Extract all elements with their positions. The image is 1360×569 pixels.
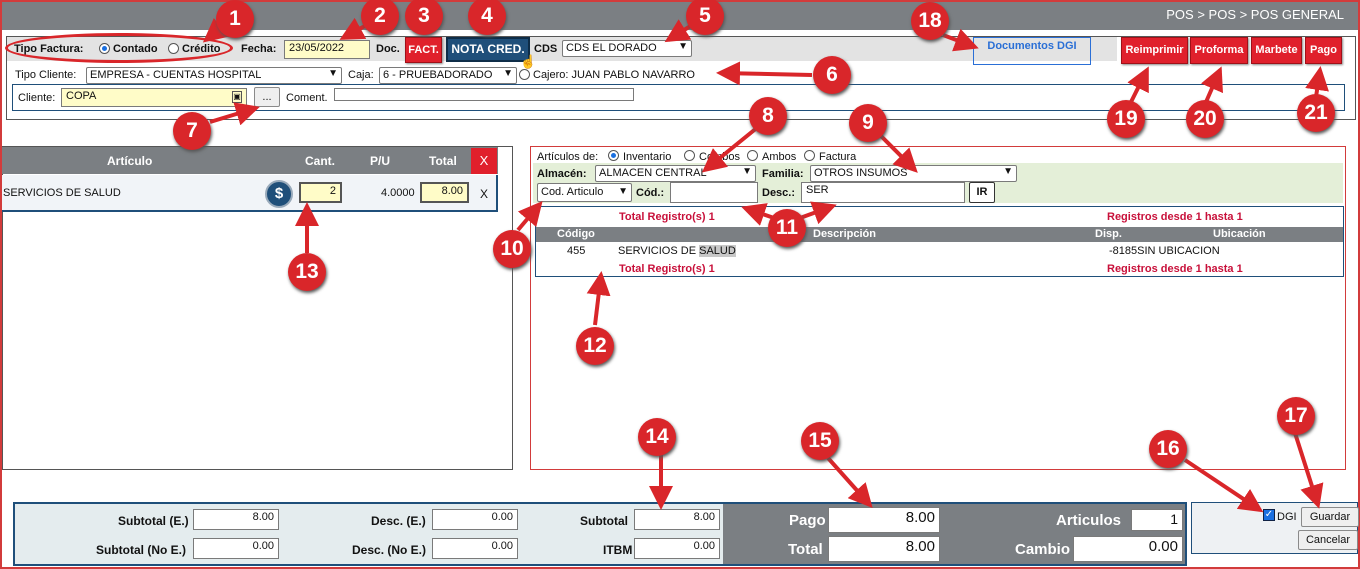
- arrow-18: [942, 28, 979, 52]
- callout-8: 8: [749, 97, 787, 135]
- arrow-7: [209, 102, 260, 126]
- callout-9: 9: [849, 104, 887, 142]
- annotation-arrows: [202, 17, 1329, 513]
- callout-10: 10: [493, 230, 531, 268]
- arrow-17: [1293, 432, 1324, 509]
- callout-21: 21: [1297, 94, 1335, 132]
- callout-15: 15: [801, 422, 839, 460]
- arrow-21: [1305, 66, 1329, 98]
- arrow-6: [716, 61, 813, 86]
- arrow-19: [1127, 66, 1149, 103]
- callout-19: 19: [1107, 100, 1145, 138]
- arrow-12: [586, 271, 611, 326]
- callout-17: 17: [1277, 397, 1315, 435]
- arrow-16: [1183, 458, 1264, 513]
- callout-12: 12: [576, 327, 614, 365]
- arrow-9: [878, 133, 918, 173]
- arrow-10: [516, 200, 543, 232]
- callout-20: 20: [1186, 100, 1224, 138]
- arrow-20: [1200, 66, 1223, 103]
- callout-7: 7: [173, 112, 211, 150]
- callout-11: 11: [768, 209, 806, 247]
- callout-6: 6: [813, 56, 851, 94]
- callout-14: 14: [638, 418, 676, 456]
- arrow-15: [826, 456, 873, 508]
- callout-13: 13: [288, 253, 326, 291]
- callout-16: 16: [1149, 430, 1187, 468]
- arrow-11b: [799, 201, 837, 225]
- callout-1: 1: [216, 0, 254, 38]
- arrow-8: [701, 125, 760, 173]
- callout-18: 18: [911, 2, 949, 40]
